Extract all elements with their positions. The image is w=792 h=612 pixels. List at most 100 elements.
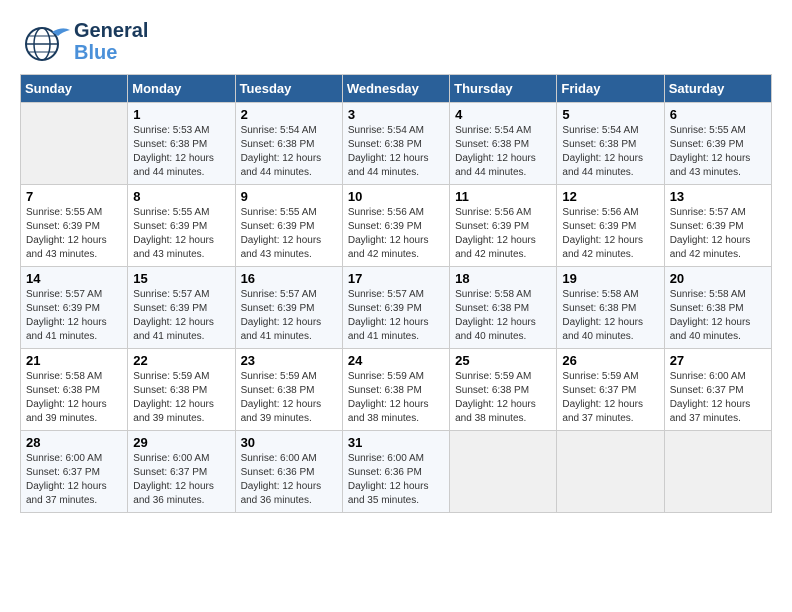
calendar-cell: 21Sunrise: 5:58 AMSunset: 6:38 PMDayligh…	[21, 349, 128, 431]
day-number: 1	[133, 107, 229, 122]
day-info: Sunrise: 6:00 AMSunset: 6:37 PMDaylight:…	[26, 452, 122, 508]
day-info: Sunrise: 5:59 AMSunset: 6:38 PMDaylight:…	[241, 370, 337, 426]
day-number: 12	[562, 189, 658, 204]
day-number: 28	[26, 435, 122, 450]
day-number: 30	[241, 435, 337, 450]
calendar-cell: 26 Sunrise: 5:59 AMSunset: 6:37 PMDayligh…	[557, 349, 664, 431]
day-info: Sunrise: 6:00 AMSunset: 6:36 PMDaylight:…	[348, 452, 444, 508]
calendar-cell: 5 Sunrise: 5:54 AMSunset: 6:38 PMDaylight…	[557, 103, 664, 185]
day-number: 29	[133, 435, 229, 450]
day-info: Sunrise: 5:59 AMSunset: 6:37 PMDaylight:…	[562, 370, 658, 426]
column-header-wednesday: Wednesday	[342, 75, 449, 103]
day-number: 17	[348, 271, 444, 286]
calendar-cell: 28 Sunrise: 6:00 AMSunset: 6:37 PMDayligh…	[21, 431, 128, 513]
day-number: 16	[241, 271, 337, 286]
day-number: 2	[241, 107, 337, 122]
day-number: 27	[670, 353, 766, 368]
day-info: Sunrise: 5:58 AMSunset: 6:38 PMDaylight:…	[562, 288, 658, 344]
calendar-cell: 4 Sunrise: 5:54 AMSunset: 6:38 PMDaylight…	[450, 103, 557, 185]
calendar-cell: 7 Sunrise: 5:55 AMSunset: 6:39 PMDaylight…	[21, 185, 128, 267]
day-info: Sunrise: 5:55 AMSunset: 6:39 PMDaylight:…	[26, 206, 122, 262]
column-header-tuesday: Tuesday	[235, 75, 342, 103]
day-number: 6	[670, 107, 766, 122]
calendar-table: SundayMondayTuesdayWednesdayThursdayFrid…	[20, 74, 772, 513]
day-info: Sunrise: 5:59 AMSunset: 6:38 PMDaylight:…	[455, 370, 551, 426]
day-info: Sunrise: 5:55 AMSunset: 6:39 PMDaylight:…	[670, 124, 766, 180]
calendar-cell: 8 Sunrise: 5:55 AMSunset: 6:39 PMDaylight…	[128, 185, 235, 267]
day-number: 9	[241, 189, 337, 204]
calendar-cell	[664, 431, 771, 513]
calendar-cell: 31 Sunrise: 6:00 AMSunset: 6:36 PMDayligh…	[342, 431, 449, 513]
day-number: 24	[348, 353, 444, 368]
calendar-cell: 3 Sunrise: 5:54 AMSunset: 6:38 PMDaylight…	[342, 103, 449, 185]
logo: General Blue	[20, 20, 148, 64]
day-number: 21	[26, 353, 122, 368]
column-header-friday: Friday	[557, 75, 664, 103]
day-number: 8	[133, 189, 229, 204]
calendar-cell: 9 Sunrise: 5:55 AMSunset: 6:39 PMDaylight…	[235, 185, 342, 267]
calendar-cell: 15Sunrise: 5:57 AMSunset: 6:39 PMDayligh…	[128, 267, 235, 349]
logo-blue: Blue	[74, 42, 148, 64]
day-info: Sunrise: 5:54 AMSunset: 6:38 PMDaylight:…	[348, 124, 444, 180]
logo-general: General	[74, 20, 148, 42]
calendar-cell: 10Sunrise: 5:56 AMSunset: 6:39 PMDayligh…	[342, 185, 449, 267]
calendar-cell	[557, 431, 664, 513]
calendar-cell	[21, 103, 128, 185]
day-number: 5	[562, 107, 658, 122]
day-number: 4	[455, 107, 551, 122]
column-header-monday: Monday	[128, 75, 235, 103]
day-info: Sunrise: 5:58 AMSunset: 6:38 PMDaylight:…	[455, 288, 551, 344]
day-number: 26	[562, 353, 658, 368]
column-header-thursday: Thursday	[450, 75, 557, 103]
day-info: Sunrise: 5:54 AMSunset: 6:38 PMDaylight:…	[241, 124, 337, 180]
day-number: 22	[133, 353, 229, 368]
day-info: Sunrise: 6:00 AMSunset: 6:36 PMDaylight:…	[241, 452, 337, 508]
day-info: Sunrise: 5:57 AMSunset: 6:39 PMDaylight:…	[670, 206, 766, 262]
calendar-cell: 27 Sunrise: 6:00 AMSunset: 6:37 PMDayligh…	[664, 349, 771, 431]
calendar-cell: 23Sunrise: 5:59 AMSunset: 6:38 PMDayligh…	[235, 349, 342, 431]
calendar-cell: 14Sunrise: 5:57 AMSunset: 6:39 PMDayligh…	[21, 267, 128, 349]
day-info: Sunrise: 5:56 AMSunset: 6:39 PMDaylight:…	[455, 206, 551, 262]
day-number: 15	[133, 271, 229, 286]
calendar-cell: 6 Sunrise: 5:55 AMSunset: 6:39 PMDaylight…	[664, 103, 771, 185]
day-number: 31	[348, 435, 444, 450]
day-info: Sunrise: 5:59 AMSunset: 6:38 PMDaylight:…	[133, 370, 229, 426]
day-number: 25	[455, 353, 551, 368]
day-info: Sunrise: 5:56 AMSunset: 6:39 PMDaylight:…	[348, 206, 444, 262]
day-number: 7	[26, 189, 122, 204]
day-info: Sunrise: 5:57 AMSunset: 6:39 PMDaylight:…	[26, 288, 122, 344]
calendar-cell: 29 Sunrise: 6:00 AMSunset: 6:37 PMDayligh…	[128, 431, 235, 513]
calendar-cell: 1 Sunrise: 5:53 AMSunset: 6:38 PMDaylight…	[128, 103, 235, 185]
calendar-cell: 17 Sunrise: 5:57 AMSunset: 6:39 PMDayligh…	[342, 267, 449, 349]
day-number: 3	[348, 107, 444, 122]
day-number: 20	[670, 271, 766, 286]
day-info: Sunrise: 5:57 AMSunset: 6:39 PMDaylight:…	[241, 288, 337, 344]
column-header-saturday: Saturday	[664, 75, 771, 103]
day-info: Sunrise: 5:56 AMSunset: 6:39 PMDaylight:…	[562, 206, 658, 262]
day-info: Sunrise: 5:59 AMSunset: 6:38 PMDaylight:…	[348, 370, 444, 426]
day-info: Sunrise: 5:55 AMSunset: 6:39 PMDaylight:…	[241, 206, 337, 262]
calendar-cell: 2 Sunrise: 5:54 AMSunset: 6:38 PMDaylight…	[235, 103, 342, 185]
day-info: Sunrise: 5:53 AMSunset: 6:38 PMDaylight:…	[133, 124, 229, 180]
day-number: 18	[455, 271, 551, 286]
page-header: General Blue	[20, 20, 772, 64]
calendar-cell: 24 Sunrise: 5:59 AMSunset: 6:38 PMDayligh…	[342, 349, 449, 431]
day-info: Sunrise: 6:00 AMSunset: 6:37 PMDaylight:…	[133, 452, 229, 508]
day-number: 13	[670, 189, 766, 204]
calendar-cell: 19 Sunrise: 5:58 AMSunset: 6:38 PMDayligh…	[557, 267, 664, 349]
day-info: Sunrise: 5:54 AMSunset: 6:38 PMDaylight:…	[455, 124, 551, 180]
day-info: Sunrise: 5:58 AMSunset: 6:38 PMDaylight:…	[670, 288, 766, 344]
calendar-cell: 18 Sunrise: 5:58 AMSunset: 6:38 PMDayligh…	[450, 267, 557, 349]
day-info: Sunrise: 5:55 AMSunset: 6:39 PMDaylight:…	[133, 206, 229, 262]
day-info: Sunrise: 5:57 AMSunset: 6:39 PMDaylight:…	[348, 288, 444, 344]
calendar-cell: 25 Sunrise: 5:59 AMSunset: 6:38 PMDayligh…	[450, 349, 557, 431]
calendar-cell: 13 Sunrise: 5:57 AMSunset: 6:39 PMDayligh…	[664, 185, 771, 267]
day-info: Sunrise: 6:00 AMSunset: 6:37 PMDaylight:…	[670, 370, 766, 426]
day-number: 11	[455, 189, 551, 204]
calendar-cell: 30 Sunrise: 6:00 AMSunset: 6:36 PMDayligh…	[235, 431, 342, 513]
day-number: 19	[562, 271, 658, 286]
calendar-cell: 16 Sunrise: 5:57 AMSunset: 6:39 PMDayligh…	[235, 267, 342, 349]
calendar-cell: 22 Sunrise: 5:59 AMSunset: 6:38 PMDayligh…	[128, 349, 235, 431]
calendar-cell: 11 Sunrise: 5:56 AMSunset: 6:39 PMDayligh…	[450, 185, 557, 267]
day-info: Sunrise: 5:54 AMSunset: 6:38 PMDaylight:…	[562, 124, 658, 180]
